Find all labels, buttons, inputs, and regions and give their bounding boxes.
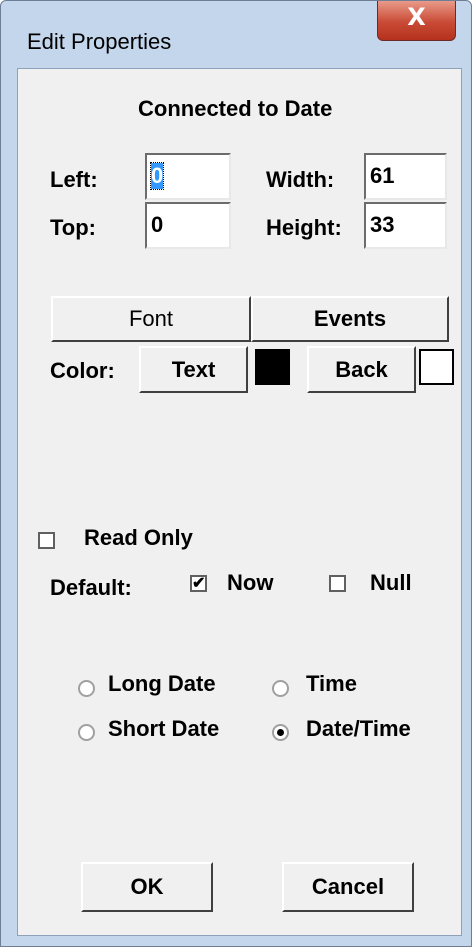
back-color-button[interactable]: Back	[307, 346, 416, 393]
height-input[interactable]: 33	[364, 202, 447, 249]
now-label: Now	[227, 570, 274, 595]
time-label: Time	[306, 671, 357, 696]
window-title: Edit Properties	[27, 29, 172, 54]
date-time-radio[interactable]	[272, 724, 289, 741]
now-checkbox[interactable]: ✔	[190, 575, 207, 592]
color-label: Color:	[50, 358, 115, 383]
close-button[interactable]: X	[377, 1, 456, 41]
width-label: Width:	[266, 167, 335, 192]
null-label: Null	[370, 570, 412, 595]
events-button[interactable]: Events	[251, 296, 449, 342]
back-color-swatch	[419, 349, 454, 385]
height-value: 33	[370, 212, 395, 237]
font-button[interactable]: Font	[51, 296, 251, 342]
left-label: Left:	[50, 167, 98, 192]
read-only-label: Read Only	[84, 525, 193, 550]
ok-button[interactable]: OK	[81, 862, 213, 912]
short-date-label: Short Date	[108, 716, 220, 741]
edit-properties-window: Edit Properties X Connected to Date Left…	[0, 0, 472, 947]
cancel-button[interactable]: Cancel	[282, 862, 414, 912]
top-value: 0	[151, 212, 164, 237]
text-color-button[interactable]: Text	[139, 346, 248, 393]
width-input[interactable]: 61	[364, 153, 447, 200]
long-date-label: Long Date	[108, 671, 216, 696]
long-date-radio[interactable]	[78, 680, 95, 697]
default-label: Default:	[50, 575, 132, 600]
short-date-radio[interactable]	[78, 724, 95, 741]
left-input[interactable]: 0	[145, 153, 231, 200]
text-color-swatch	[255, 349, 290, 385]
date-time-label: Date/Time	[306, 716, 411, 741]
close-icon: X	[407, 3, 426, 31]
top-input[interactable]: 0	[145, 202, 231, 249]
read-only-checkbox[interactable]	[38, 532, 55, 549]
dialog-body: Connected to Date Left: 0 Width: 61 Top:…	[17, 68, 462, 936]
width-value: 61	[370, 163, 395, 188]
date-time-radio-dot	[277, 729, 284, 736]
top-label: Top:	[50, 215, 97, 240]
connected-heading: Connected to Date	[138, 96, 333, 121]
now-check-mark: ✔	[192, 575, 206, 592]
height-label: Height:	[266, 215, 342, 240]
left-value: 0	[149, 162, 165, 190]
null-checkbox[interactable]	[329, 575, 346, 592]
time-radio[interactable]	[272, 680, 289, 697]
